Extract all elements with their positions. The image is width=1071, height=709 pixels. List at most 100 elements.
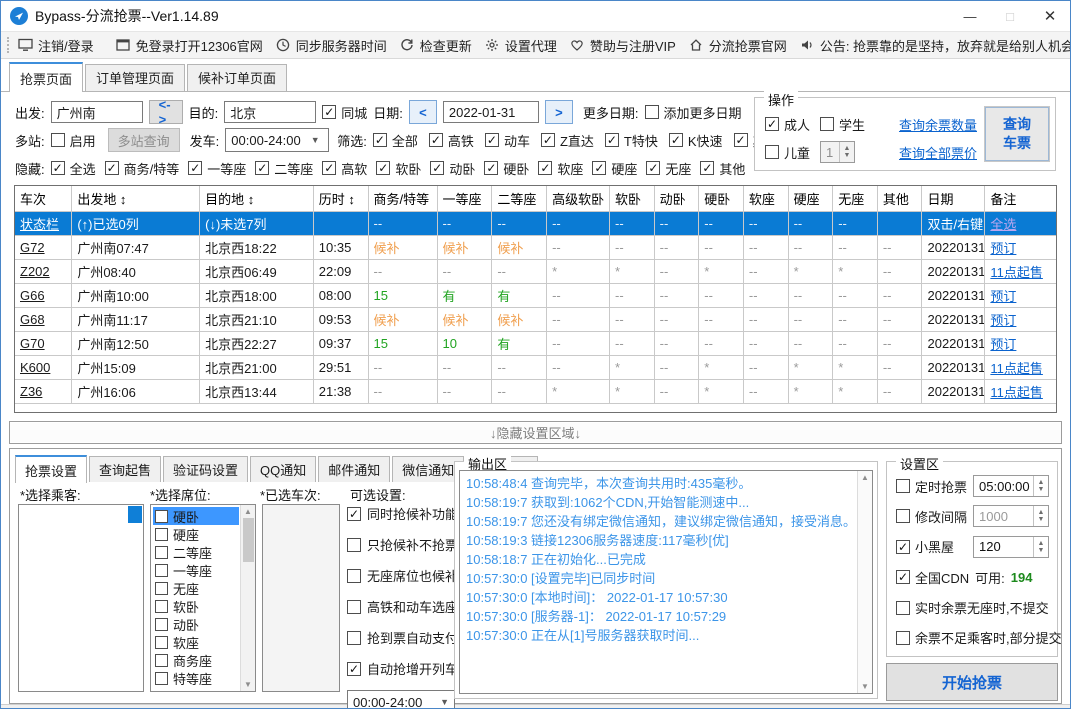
- toolbar-grip[interactable]: [7, 37, 9, 53]
- hide-checkbox-硬卧[interactable]: ✓ 硬卧: [484, 159, 529, 178]
- column-header[interactable]: 硬座: [787, 186, 834, 212]
- output-log[interactable]: 10:58:48:4 查询完毕，本次查询共用时:435毫秒。 10:58:19:7…: [459, 470, 873, 694]
- start-grab-button[interactable]: 开始抢票: [886, 663, 1058, 701]
- train-number-link[interactable]: G70: [20, 336, 45, 351]
- hide-checkbox-无座[interactable]: ✓ 无座: [646, 159, 691, 178]
- seat-option-动卧[interactable]: 动卧: [153, 615, 239, 633]
- column-header[interactable]: 备注: [984, 186, 1056, 212]
- table-row[interactable]: G70 广州南12:50 北京西22:27 09:37 15 10 有 -- -- -- -- -- -…: [15, 330, 1056, 356]
- interval-stepper[interactable]: 1000 ▲ ▼: [973, 505, 1049, 528]
- remark-link[interactable]: 预订: [990, 337, 1016, 352]
- filter-checkbox-Z直达[interactable]: ✓ Z直达: [540, 131, 594, 150]
- seat-scrollbar[interactable]: ▲ ▼: [240, 505, 255, 691]
- settings-tab-QQ通知[interactable]: QQ通知: [250, 456, 317, 482]
- option-checkbox-高铁和动车选座[interactable]: 高铁和动车选座: [347, 597, 459, 616]
- hide-checkbox-高软[interactable]: ✓ 高软: [322, 159, 367, 178]
- column-header[interactable]: 软座: [742, 186, 789, 212]
- table-row[interactable]: 状态栏 (↑)已选0列 (↓)未选7列 -- -- -- -- -- -- -- -- -- -- 双击/…: [15, 210, 1056, 236]
- table-row[interactable]: K600 广州15:09 北京西21:00 29:51 -- -- -- -- * -- * -- * *…: [15, 354, 1056, 380]
- remark-link[interactable]: 预订: [990, 289, 1016, 304]
- cdn-checkbox[interactable]: ✓ 全国CDN: [896, 568, 969, 587]
- adult-checkbox[interactable]: ✓ 成人: [765, 115, 810, 134]
- option-checkbox-抢到票自动支付[interactable]: 抢到票自动支付: [347, 628, 459, 647]
- selected-trains-listbox[interactable]: [262, 504, 340, 692]
- blackroom-checkbox[interactable]: ✓ 小黑屋: [896, 537, 954, 556]
- scroll-down-icon[interactable]: ▼: [861, 682, 869, 691]
- column-header[interactable]: 一等座: [436, 186, 493, 212]
- query-price-link[interactable]: 查询全部票价: [899, 143, 977, 162]
- train-number-link[interactable]: Z36: [20, 384, 42, 399]
- table-row[interactable]: Z36 广州16:06 北京西13:44 21:38 -- -- -- * * -- * -- * * --…: [15, 378, 1056, 404]
- toolbar-item[interactable]: 注销/登录: [18, 36, 94, 55]
- hide-checkbox-软卧[interactable]: ✓ 软卧: [376, 159, 421, 178]
- multi-query-button[interactable]: 多站查询: [107, 128, 180, 152]
- column-header[interactable]: 动卧: [653, 186, 700, 212]
- toolbar-item[interactable]: 公告: 抢票靠的是坚持，放弃就是给别人机会!: [800, 36, 1070, 55]
- remark-link[interactable]: 预订: [990, 313, 1016, 328]
- dest-input[interactable]: 北京: [224, 101, 317, 123]
- filter-checkbox-K快速[interactable]: ✓ K快速: [668, 131, 723, 150]
- train-number-link[interactable]: G66: [20, 288, 45, 303]
- date-input[interactable]: 2022-01-31: [442, 101, 539, 123]
- remark-link[interactable]: 11点起售: [990, 265, 1043, 280]
- seat-option-商务座[interactable]: 商务座: [153, 651, 239, 669]
- toolbar-item[interactable]: 检查更新: [400, 36, 472, 55]
- page-tab-订单管理页面[interactable]: 订单管理页面: [85, 64, 186, 91]
- stepper-arrows-icon[interactable]: ▲ ▼: [1033, 536, 1048, 557]
- scroll-up-icon[interactable]: ▲: [244, 507, 252, 516]
- close-button[interactable]: ✕: [1030, 1, 1070, 31]
- depart-input[interactable]: 广州南: [50, 101, 143, 123]
- settings-tab-验证码设置[interactable]: 验证码设置: [163, 456, 249, 482]
- query-remaining-link[interactable]: 查询余票数量: [899, 115, 977, 134]
- output-scrollbar[interactable]: ▲ ▼: [857, 471, 872, 693]
- interval-checkbox[interactable]: 修改间隔: [896, 507, 967, 526]
- toolbar-item[interactable]: 设置代理: [485, 36, 557, 55]
- toolbar-item[interactable]: 同步服务器时间: [276, 36, 387, 55]
- seat-option-二等座[interactable]: 二等座: [153, 543, 239, 561]
- train-number-link[interactable]: K600: [20, 360, 50, 375]
- same-city-checkbox[interactable]: ✓ 同城: [322, 103, 367, 122]
- seat-option-硬座[interactable]: 硬座: [153, 525, 239, 543]
- maximize-button[interactable]: □: [990, 1, 1030, 31]
- filter-checkbox-高铁[interactable]: ✓ 高铁: [428, 131, 474, 150]
- page-tab-候补订单页面[interactable]: 候补订单页面: [187, 64, 288, 91]
- column-header[interactable]: 无座: [832, 186, 878, 212]
- filter-checkbox-T特快[interactable]: ✓ T特快: [604, 131, 658, 150]
- column-header[interactable]: 历时 ↕: [312, 186, 369, 212]
- column-header[interactable]: 车次: [15, 186, 73, 212]
- seat-option-一等座[interactable]: 一等座: [153, 561, 239, 579]
- child-checkbox[interactable]: 儿童: [765, 143, 810, 162]
- option-checkbox-自动抢增开列车[interactable]: ✓ 自动抢增开列车: [347, 659, 459, 678]
- child-count-stepper[interactable]: 1 ▲ ▼: [820, 141, 856, 163]
- filter-checkbox-动车[interactable]: ✓ 动车: [484, 131, 530, 150]
- filter-checkbox-全部[interactable]: ✓ 全部: [372, 131, 418, 150]
- multi-enable-checkbox[interactable]: 启用: [50, 131, 96, 150]
- settings-tab-查询起售[interactable]: 查询起售: [89, 456, 162, 482]
- remark-link[interactable]: 预订: [990, 241, 1016, 256]
- hide-checkbox-二等座[interactable]: ✓ 二等座: [255, 159, 313, 178]
- column-header[interactable]: 商务/特等: [367, 186, 438, 212]
- table-row[interactable]: G72 广州南07:47 北京西18:22 10:35 候补 候补 候补 -- -- -- -- --…: [15, 234, 1056, 260]
- date-next-button[interactable]: >: [544, 100, 573, 124]
- no-seat-checkbox[interactable]: 实时余票无座时,不提交: [896, 598, 1049, 617]
- blackroom-stepper[interactable]: 120 ▲ ▼: [973, 535, 1049, 558]
- option-checkbox-只抢候补不抢票[interactable]: 只抢候补不抢票: [347, 535, 459, 554]
- remark-link[interactable]: 全选: [990, 217, 1016, 232]
- student-checkbox[interactable]: 学生: [820, 115, 865, 134]
- table-row[interactable]: G66 广州南10:00 北京西18:00 08:00 15 有 有 -- -- -- -- -- --…: [15, 282, 1056, 308]
- seat-option-无座[interactable]: 无座: [153, 579, 239, 597]
- settings-tab-邮件通知[interactable]: 邮件通知: [318, 456, 391, 482]
- settings-tab-抢票设置[interactable]: 抢票设置: [15, 455, 88, 483]
- train-number-link[interactable]: G68: [20, 312, 45, 327]
- stepper-arrows-icon[interactable]: ▲ ▼: [1033, 506, 1048, 527]
- scroll-thumb[interactable]: [242, 518, 254, 562]
- option-checkbox-同时抢候补功能[interactable]: ✓ 同时抢候补功能: [347, 504, 459, 523]
- toolbar-item[interactable]: 分流抢票官网: [689, 36, 787, 55]
- partial-submit-checkbox[interactable]: 余票不足乘客时,部分提交: [896, 628, 1062, 647]
- minimize-button[interactable]: —: [950, 1, 990, 31]
- column-header[interactable]: 软卧: [609, 186, 655, 212]
- hide-checkbox-软座[interactable]: ✓ 软座: [538, 159, 583, 178]
- seat-option-软卧[interactable]: 软卧: [153, 597, 239, 615]
- column-header[interactable]: 高级软卧: [546, 186, 610, 212]
- timed-grab-stepper[interactable]: 05:00:00 ▲ ▼: [973, 475, 1050, 497]
